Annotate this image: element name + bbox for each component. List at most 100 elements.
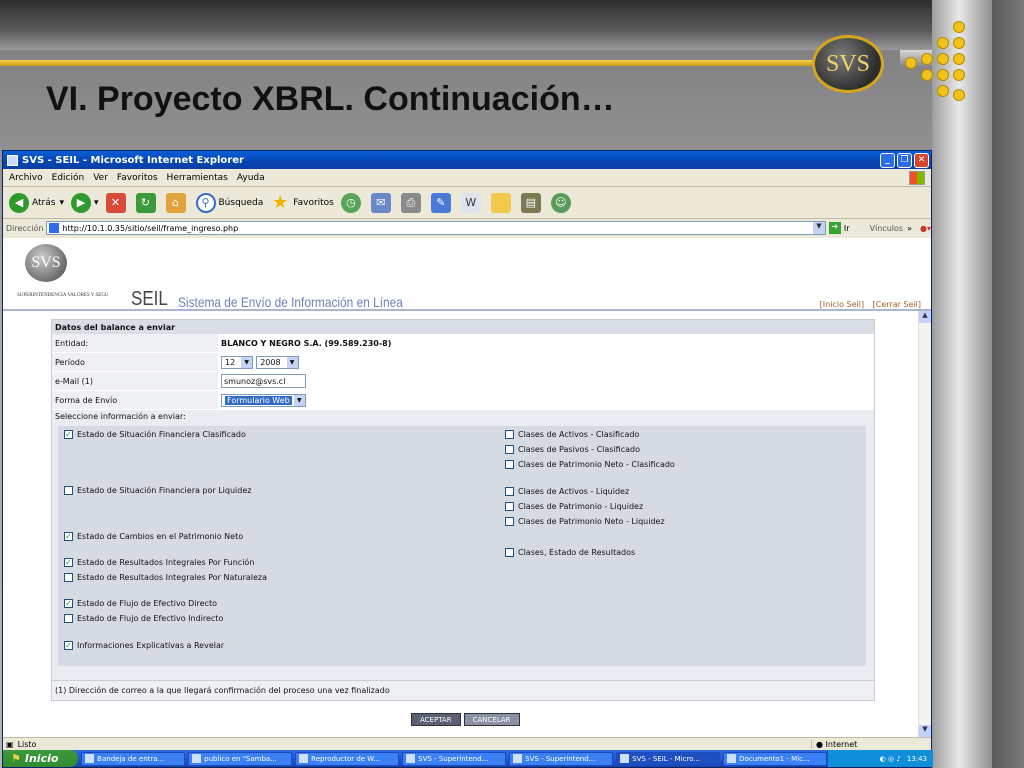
chevron-down-icon[interactable]: ▼ — [293, 394, 305, 406]
taskbar-item[interactable]: SVS - Superintend... — [509, 751, 614, 766]
taskbar-item[interactable]: SVS - Superintend... — [402, 751, 507, 766]
research-icon: ▤ — [520, 192, 541, 213]
checkbox-unchecked-icon[interactable] — [64, 573, 73, 582]
checkbox-unchecked-icon[interactable] — [505, 502, 514, 511]
checkbox-left-1[interactable]: Estado de Situación Financiera por Liqui… — [64, 486, 251, 495]
links-label[interactable]: Vínculos — [870, 224, 904, 233]
checkbox-checked-icon[interactable]: ✓ — [64, 599, 73, 608]
checkbox-unchecked-icon[interactable] — [64, 614, 73, 623]
gold-dot-icon — [922, 54, 932, 64]
menu-ver[interactable]: Ver — [93, 173, 108, 183]
taskbar-item[interactable]: Documento1 - Mic... — [723, 751, 828, 766]
forward-button[interactable]: ▶ ▾ — [70, 192, 99, 213]
history-button[interactable]: ◷ — [340, 192, 364, 213]
checkbox-unchecked-icon[interactable] — [505, 517, 514, 526]
seil-links: [Inicio Seil] [Cerrar Seil] — [820, 300, 921, 309]
checkbox-unchecked-icon[interactable] — [505, 487, 514, 496]
minimize-icon[interactable]: _ — [880, 152, 895, 168]
checkbox-unchecked-icon[interactable] — [505, 460, 514, 469]
menu-ayuda[interactable]: Ayuda — [237, 173, 265, 183]
home-button[interactable]: ⌂ — [165, 192, 189, 213]
checkbox-left-6[interactable]: Estado de Flujo de Efectivo Indirecto — [64, 614, 223, 623]
page-viewport: SVS SUPERINTENDENCIA VALORES Y SEGU SEIL… — [3, 238, 931, 737]
ie-page-icon — [7, 154, 18, 166]
slide-title: VI. Proyecto XBRL. Continuación… — [46, 80, 615, 118]
link-cerrar-seil[interactable]: [Cerrar Seil] — [873, 300, 921, 309]
checkbox-checked-icon[interactable]: ✓ — [64, 430, 73, 439]
footnote: (1) Dirección de correo a la que llegará… — [52, 680, 874, 700]
menu-edicion[interactable]: Edición — [52, 173, 85, 183]
home-icon: ⌂ — [165, 192, 186, 213]
chevron-down-icon[interactable]: ▾ — [59, 198, 64, 208]
accept-button[interactable]: ACEPTAR — [411, 713, 461, 726]
mail-button[interactable]: ✉ — [370, 192, 394, 213]
link-inicio-seil[interactable]: [Inicio Seil] — [820, 300, 864, 309]
taskbar-item[interactable]: Reproductor de W... — [295, 751, 400, 766]
scroll-down-icon[interactable]: ▼ — [919, 725, 931, 737]
period-month-select[interactable]: 12 ▼ — [221, 355, 254, 369]
chevron-down-icon[interactable]: ▼ — [812, 222, 825, 234]
checkbox-right-2[interactable]: Clases de Patrimonio Neto - Clasificado — [505, 460, 675, 469]
checkbox-right-5[interactable]: Clases de Patrimonio Neto - Liquidez — [505, 517, 665, 526]
menu-archivo[interactable]: Archivo — [9, 173, 43, 183]
checkbox-checked-icon[interactable]: ✓ — [64, 532, 73, 541]
chevron-right-icon[interactable]: » — [907, 224, 912, 233]
checkbox-unchecked-icon[interactable] — [505, 430, 514, 439]
taskbar-item[interactable]: Bandeja de entra... — [81, 751, 186, 766]
checkbox-left-2[interactable]: ✓ Estado de Cambios en el Patrimonio Neto — [64, 532, 243, 541]
messenger-button[interactable]: ☺ — [550, 192, 574, 213]
favorites-button[interactable]: ★ Favoritos — [270, 192, 334, 213]
checkbox-left-0[interactable]: ✓ Estado de Situación Financiera Clasific… — [64, 430, 246, 439]
refresh-button[interactable]: ↻ — [135, 192, 159, 213]
scroll-up-icon[interactable]: ▲ — [919, 311, 931, 323]
menu-favoritos[interactable]: Favoritos — [117, 173, 158, 183]
toolbar-options-icon[interactable]: ●▾ — [920, 224, 931, 233]
cancel-button[interactable]: CANCELAR — [463, 713, 520, 726]
chevron-down-icon[interactable]: ▼ — [241, 356, 253, 368]
send-form-select[interactable]: Formulario Web ▼ — [221, 393, 306, 407]
checkbox-left-7[interactable]: ✓ Informaciones Explicativas a Revelar — [64, 641, 224, 650]
chevron-down-icon[interactable]: ▼ — [286, 356, 298, 368]
back-button[interactable]: ◀ Atrás ▾ — [9, 192, 64, 213]
tray-icons[interactable]: ◐ ◎ ♪ — [880, 755, 901, 763]
search-button[interactable]: ⚲ Búsqueda — [195, 192, 263, 213]
email-field[interactable]: smunoz@svs.cl — [221, 374, 306, 388]
chevron-down-icon[interactable]: ▾ — [94, 198, 99, 208]
checkbox-left-5[interactable]: ✓ Estado de Flujo de Efectivo Directo — [64, 599, 217, 608]
period-year-select[interactable]: 2008 ▼ — [256, 355, 299, 369]
go-button[interactable]: ➔ Ir — [828, 222, 850, 234]
checkbox-right-3[interactable]: Clases de Activos - Liquidez — [505, 487, 629, 496]
address-input[interactable]: http://10.1.0.35/sitio/seil/frame_ingres… — [46, 221, 826, 235]
word-button[interactable]: W — [460, 192, 484, 213]
vertical-scrollbar[interactable]: ▲ ▼ — [918, 311, 931, 737]
checkbox-checked-icon[interactable]: ✓ — [64, 641, 73, 650]
print-button[interactable]: ⎙ — [400, 192, 424, 213]
checkbox-left-3[interactable]: ✓ Estado de Resultados Integrales Por Fun… — [64, 558, 254, 567]
checkbox-unchecked-icon[interactable] — [505, 548, 514, 557]
taskbar-item[interactable]: publico en "Samba... — [188, 751, 293, 766]
research-button[interactable]: ▤ — [520, 192, 544, 213]
checkbox-checked-icon[interactable]: ✓ — [64, 558, 73, 567]
edit-button[interactable]: ✎ — [430, 192, 454, 213]
close-icon[interactable]: ✕ — [914, 152, 929, 168]
stop-button[interactable]: ✕ — [105, 192, 129, 213]
checkbox-right-6[interactable]: Clases, Estado de Resultados — [505, 548, 635, 557]
task-list: Bandeja de entra... publico en "Samba... R… — [78, 751, 828, 766]
start-button[interactable]: ⚑ Inicio — [3, 750, 79, 767]
menu-herramientas[interactable]: Herramientas — [167, 173, 228, 183]
row-entity: Entidad: BLANCO Y NEGRO S.A. (99.589.230… — [52, 334, 874, 353]
checkbox-unchecked-icon[interactable] — [505, 445, 514, 454]
form-buttons: ACEPTAR CANCELAR — [411, 713, 523, 726]
folder-button[interactable] — [490, 192, 514, 213]
checkbox-right-0[interactable]: Clases de Activos - Clasificado — [505, 430, 639, 439]
restore-icon[interactable]: ❐ — [897, 152, 912, 168]
zone-indicator: ● Internet — [811, 740, 931, 749]
checkbox-right-4[interactable]: Clases de Patrimonio - Liquidez — [505, 502, 643, 511]
checkbox-unchecked-icon[interactable] — [64, 486, 73, 495]
status-text: Listo — [17, 740, 37, 749]
org-name: SUPERINTENDENCIA VALORES Y SEGU — [17, 293, 109, 298]
checkbox-right-1[interactable]: Clases de Pasivos - Clasificado — [505, 445, 640, 454]
period-year-value: 2008 — [260, 357, 281, 367]
taskbar-item[interactable]: SVS - SEIL - Micro... — [616, 751, 721, 766]
checkbox-left-4[interactable]: Estado de Resultados Integrales Por Natu… — [64, 573, 267, 582]
